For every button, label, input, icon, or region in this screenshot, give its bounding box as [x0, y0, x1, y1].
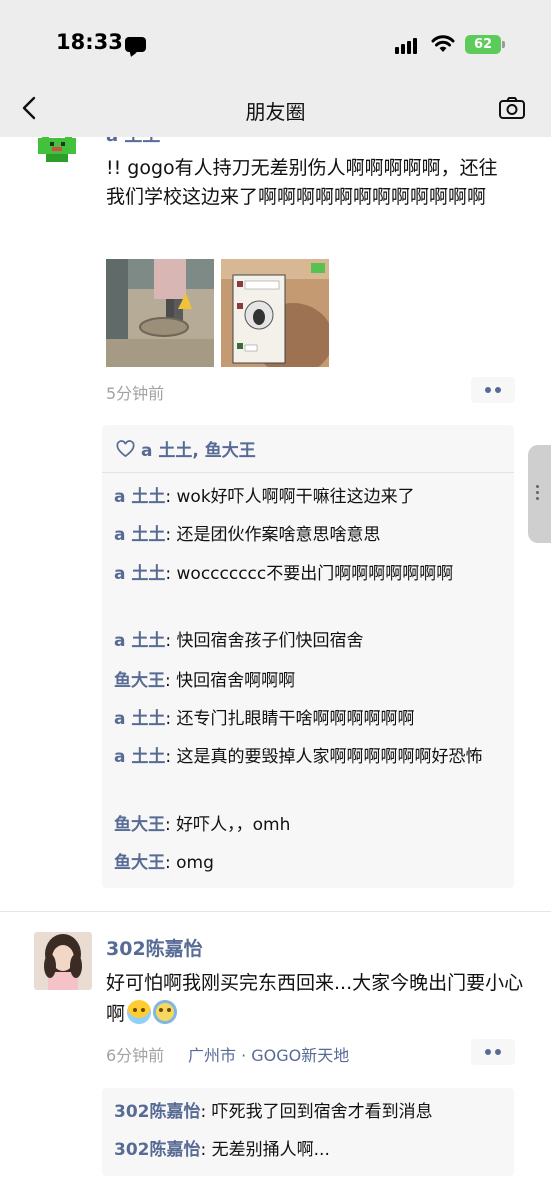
heart-icon [116, 439, 135, 457]
post-photo[interactable] [106, 259, 214, 367]
comment-box: a 土土, 鱼大王 a 土土: wok好吓人啊啊干嘛往这边来了 a 土土: 还是… [102, 425, 514, 888]
divider [0, 911, 551, 912]
comment-item[interactable]: 鱼大王: omg [114, 849, 504, 877]
scroll-handle[interactable] [528, 445, 551, 543]
comment-item[interactable]: a 土土: 还专门扎眼睛干啥啊啊啊啊啊啊 [114, 705, 504, 733]
comment-text: : 快回宿舍孩子们快回宿舍 [165, 631, 364, 651]
comment-item[interactable]: a 土土: 快回宿舍孩子们快回宿舍 [114, 627, 504, 655]
comment-text: : 好吓人，，omh [165, 815, 291, 835]
comment-author[interactable]: 鱼大王 [114, 853, 165, 873]
comment-item[interactable]: 302陈嘉怡: 无差别捅人啊... [114, 1136, 504, 1164]
post-location[interactable]: 广州市 · GOGO新天地 [188, 1042, 349, 1066]
comment-author[interactable]: a 土土 [114, 564, 165, 584]
comment-author[interactable]: a 土土 [114, 487, 165, 507]
comment-author[interactable]: 302陈嘉怡 [114, 1102, 201, 1122]
comment-text: : 还专门扎眼睛干啥啊啊啊啊啊啊 [165, 709, 415, 729]
comment-text: : 无差别捅人啊... [200, 1140, 330, 1160]
comment-text: : wok好吓人啊啊干嘛往这边来了 [165, 487, 415, 507]
battery-level: 62 [473, 37, 493, 52]
comment-author[interactable]: a 土土 [114, 747, 165, 767]
likes-list[interactable]: a 土土, 鱼大王 [141, 436, 256, 461]
more-actions-button[interactable] [471, 1039, 515, 1065]
comment-author[interactable]: 鱼大王 [114, 671, 165, 691]
comment-item[interactable]: 302陈嘉怡: 吓死我了回到宿舍才看到消息 [114, 1098, 504, 1126]
camera-icon[interactable] [498, 96, 526, 120]
comment-item[interactable]: a 土土: woccccccc不要出门啊啊啊啊啊啊啊 [114, 560, 504, 588]
divider [102, 472, 514, 473]
comment-author[interactable]: a 土土 [114, 631, 165, 651]
signal-icon [395, 36, 421, 54]
top-bar: 18:33 62 朋友圈 [0, 0, 551, 137]
chat-bubble-icon [125, 37, 146, 52]
comment-item[interactable]: 鱼大王: 快回宿舍啊啊啊 [114, 667, 504, 695]
page-title: 朋友圈 [245, 100, 306, 124]
battery-icon: 62 [465, 35, 505, 54]
comment-text: : omg [165, 853, 214, 873]
status-time: 18:33 [56, 30, 123, 54]
comment-item[interactable]: a 土土: wok好吓人啊啊干嘛往这边来了 [114, 483, 504, 511]
wifi-icon [431, 35, 455, 52]
screaming-face-icon [153, 1000, 178, 1024]
crying-face-icon [127, 1000, 152, 1024]
more-actions-button[interactable] [471, 377, 515, 403]
comment-author[interactable]: 302陈嘉怡 [114, 1140, 201, 1160]
avatar[interactable] [34, 932, 92, 990]
comment-author[interactable]: a 土土 [114, 709, 165, 729]
comment-text: : 还是团伙作案啥意思啥意思 [165, 525, 381, 545]
post-text: !! gogo有人持刀无差别伤人啊啊啊啊啊，还往我们学校这边来了啊啊啊啊啊啊啊啊… [106, 157, 498, 208]
post-author[interactable]: 302陈嘉怡 [106, 934, 203, 961]
comment-text: : 这是真的要毁掉人家啊啊啊啊啊啊好恐怖 [165, 747, 483, 767]
comment-item[interactable]: a 土土: 还是团伙作案啥意思啥意思 [114, 521, 504, 549]
comment-item[interactable]: 鱼大王: 好吓人，，omh [114, 811, 504, 839]
post-timestamp: 6分钟前 [106, 1046, 165, 1065]
comment-author[interactable]: a 土土 [114, 525, 165, 545]
comment-author[interactable]: 鱼大王 [114, 815, 165, 835]
comment-text: : 吓死我了回到宿舍才看到消息 [200, 1102, 433, 1122]
comment-text: : woccccccc不要出门啊啊啊啊啊啊啊 [165, 564, 454, 584]
post-timestamp: 5分钟前 [106, 384, 165, 403]
comment-text: : 快回宿舍啊啊啊 [165, 671, 296, 691]
post-text: 好可怕啊我刚买完东西回来...大家今晚出门要小心啊 [106, 968, 526, 1030]
post-photo[interactable] [221, 259, 329, 367]
likes-row: a 土土, 鱼大王 [116, 436, 256, 461]
comment-box: 302陈嘉怡: 吓死我了回到宿舍才看到消息 302陈嘉怡: 无差别捅人啊... [102, 1088, 514, 1176]
comment-item[interactable]: a 土土: 这是真的要毁掉人家啊啊啊啊啊啊好恐怖 [114, 743, 504, 771]
